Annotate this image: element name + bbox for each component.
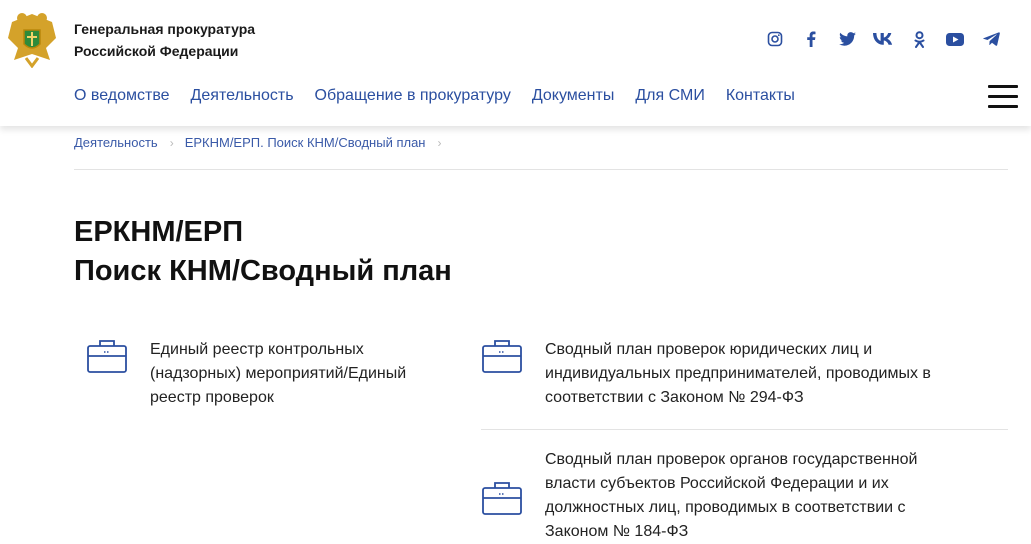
youtube-icon[interactable] (937, 29, 973, 49)
page-title: ЕРКНМ/ЕРП Поиск КНМ/Сводный план (74, 213, 452, 291)
odnoklassniki-icon[interactable] (901, 29, 937, 49)
chevron-right-icon: › (437, 135, 442, 150)
card-text: Единый реестр контрольных (надзорных) ме… (150, 341, 407, 406)
chevron-right-icon: › (169, 135, 174, 150)
site-header: Генеральная прокуратура Российской Федер… (0, 0, 1031, 126)
nav-item-media[interactable]: Для СМИ (635, 87, 704, 105)
telegram-icon[interactable] (973, 29, 1009, 49)
nav-item-about[interactable]: О ведомстве (74, 87, 170, 105)
registry-link-erknm[interactable]: Единый реестр контрольных (надзорных) ме… (86, 338, 446, 410)
org-name-line1: Генеральная прокуратура (74, 21, 256, 37)
org-name[interactable]: Генеральная прокуратура Российской Федер… (74, 18, 274, 62)
briefcase-icon (87, 340, 127, 373)
plan-link-294fz[interactable]: Сводный план проверок юридических лиц и … (481, 338, 961, 410)
emblem-logo-icon[interactable] (4, 8, 60, 68)
nav-item-documents[interactable]: Документы (532, 87, 614, 105)
twitter-icon[interactable] (829, 29, 865, 49)
card-text: Сводный план проверок органов государств… (545, 451, 918, 540)
social-links (757, 29, 1009, 49)
page-title-line1: ЕРКНМ/ЕРП (74, 216, 244, 248)
nav-item-appeal[interactable]: Обращение в прокуратуру (315, 87, 511, 105)
breadcrumb-item-current[interactable]: ЕРКНМ/ЕРП. Поиск КНМ/Сводный план (185, 135, 426, 150)
page-title-line2: Поиск КНМ/Сводный план (74, 255, 452, 287)
breadcrumb-item-activity[interactable]: Деятельность (74, 135, 158, 150)
hamburger-menu-icon[interactable] (988, 85, 1018, 109)
org-name-line2: Российской Федерации (74, 43, 239, 59)
plan-link-184fz[interactable]: Сводный план проверок органов государств… (481, 448, 961, 544)
nav-item-contacts[interactable]: Контакты (726, 87, 795, 105)
nav-item-activity[interactable]: Деятельность (191, 87, 294, 105)
instagram-icon[interactable] (757, 29, 793, 49)
breadcrumb: Деятельность › ЕРКНМ/ЕРП. Поиск КНМ/Свод… (74, 135, 453, 150)
facebook-icon[interactable] (793, 29, 829, 49)
card-text: Сводный план проверок юридических лиц и … (545, 341, 931, 406)
briefcase-icon (482, 482, 522, 515)
divider (481, 429, 1008, 430)
divider (74, 169, 1008, 170)
main-nav: О ведомстве Деятельность Обращение в про… (74, 87, 816, 105)
briefcase-icon (482, 340, 522, 373)
vk-icon[interactable] (865, 29, 901, 49)
